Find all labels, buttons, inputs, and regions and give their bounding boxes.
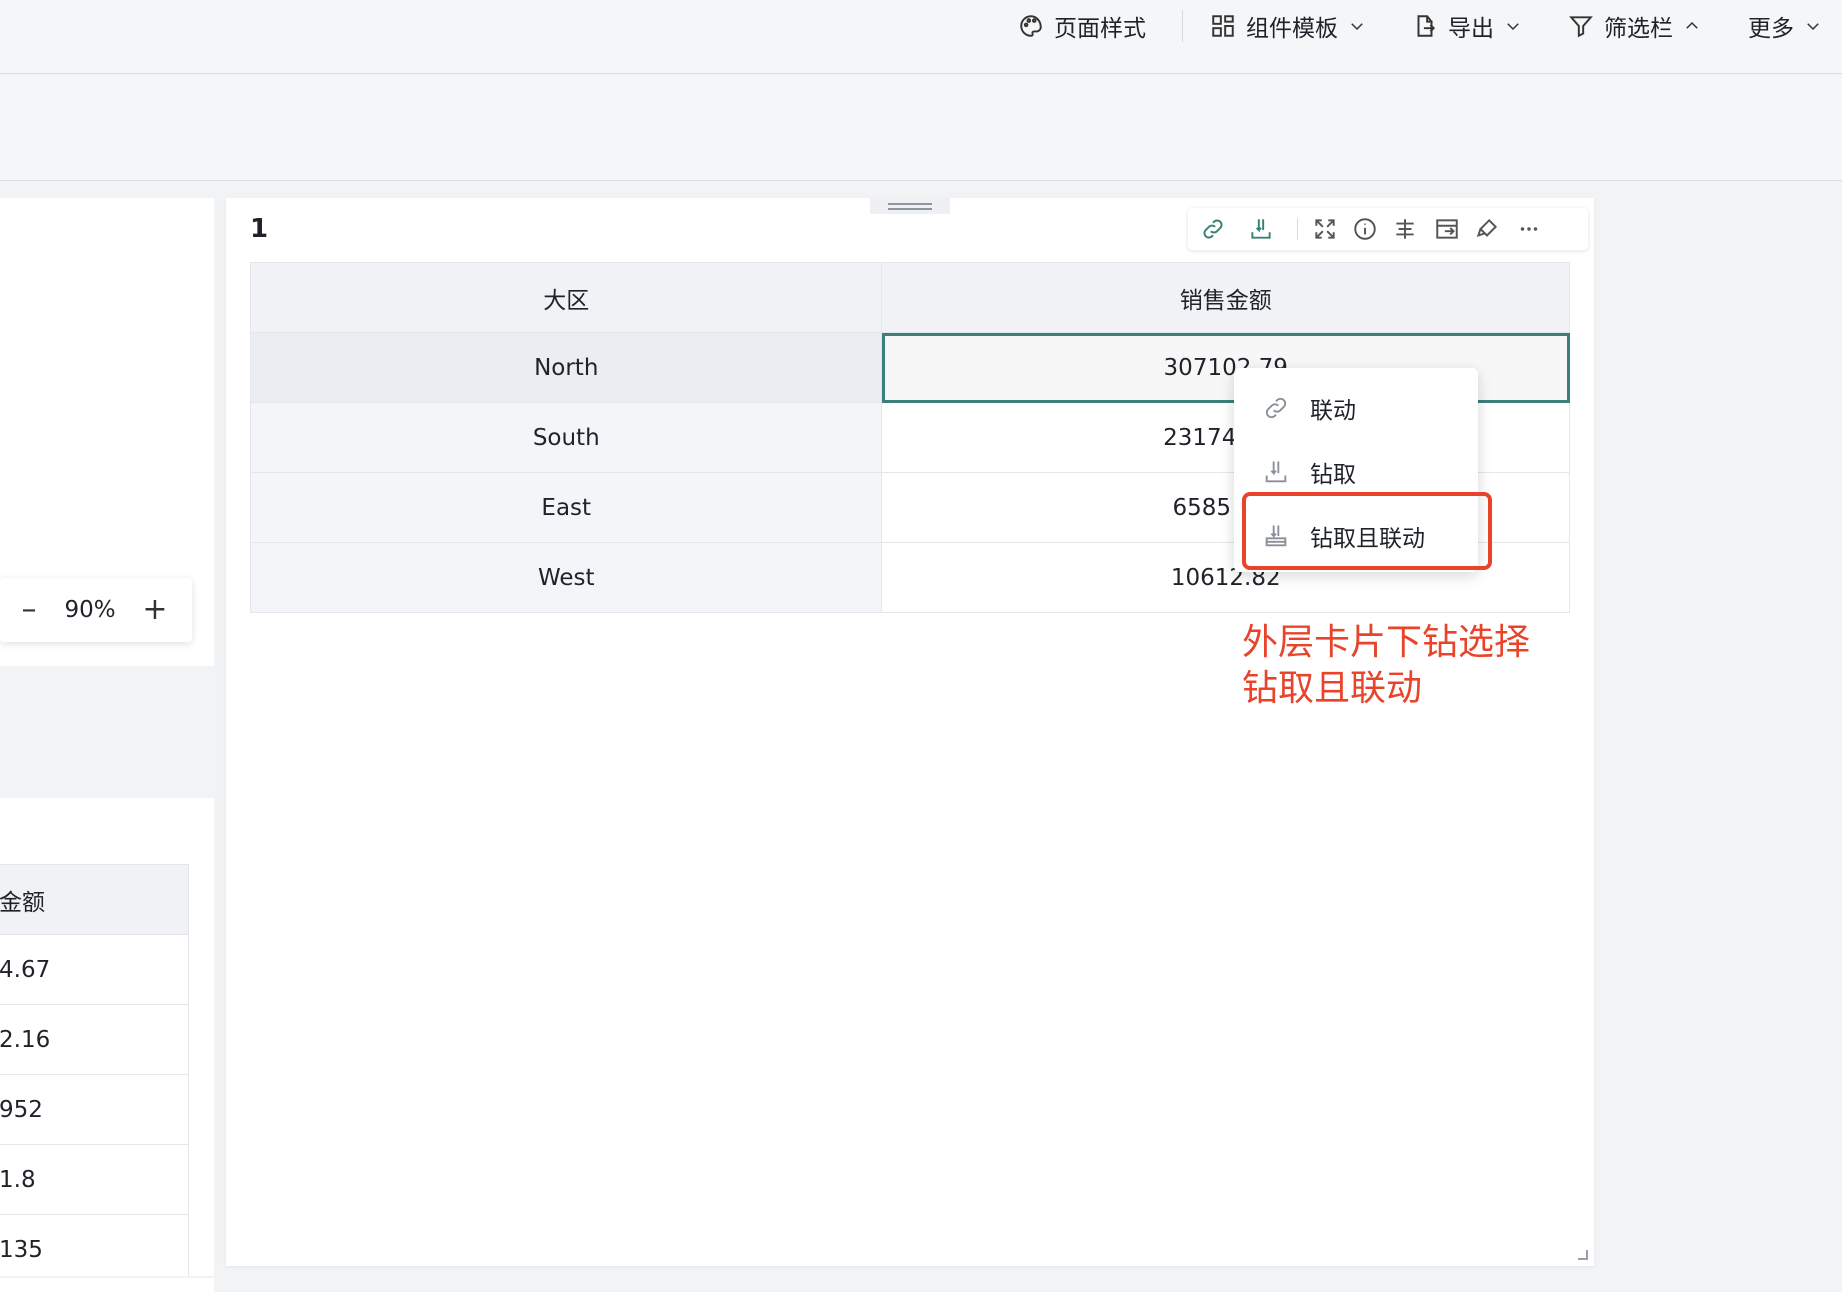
export-label: 导出 bbox=[1448, 16, 1494, 42]
more-icon bbox=[1520, 227, 1538, 231]
drill-icon bbox=[1251, 219, 1271, 239]
paint-icon bbox=[1476, 218, 1498, 238]
menu-item-label: 钻取 bbox=[1310, 462, 1356, 488]
amount-text: 6585 bbox=[1172, 494, 1232, 521]
link-icon bbox=[1265, 397, 1287, 419]
card-toolbar bbox=[1188, 208, 1588, 250]
region-cell[interactable]: East bbox=[249, 472, 883, 543]
menu-item-label: 联动 bbox=[1310, 398, 1356, 424]
drill-button[interactable] bbox=[1246, 214, 1276, 244]
toolbar-divider bbox=[1182, 10, 1183, 42]
left-card-bottom bbox=[0, 1278, 214, 1292]
left-table-header: 金额 bbox=[0, 864, 189, 935]
column-header-region[interactable]: 大区 bbox=[249, 262, 883, 333]
region-cell[interactable]: North bbox=[249, 332, 883, 403]
annotation-line: 钻取且联动 bbox=[1242, 668, 1423, 709]
align-button[interactable] bbox=[1390, 214, 1420, 244]
link-button[interactable] bbox=[1198, 214, 1228, 244]
more-label: 更多 bbox=[1748, 16, 1794, 42]
resize-handle[interactable] bbox=[1578, 1250, 1588, 1260]
more-options-button[interactable] bbox=[1514, 214, 1544, 244]
table-cell[interactable]: 4.67 bbox=[0, 934, 189, 1005]
toolbar-divider bbox=[1297, 218, 1298, 240]
zoom-control: – 90% + bbox=[0, 578, 192, 642]
export-button[interactable]: 导出 bbox=[1412, 0, 1522, 52]
zoom-in-button[interactable]: + bbox=[140, 592, 170, 628]
left-table: 金额 4.67 2.16 952 1.8 135 bbox=[0, 864, 189, 1276]
link-icon bbox=[1203, 219, 1223, 239]
left-card-table: 金额 4.67 2.16 952 1.8 135 bbox=[0, 798, 214, 1276]
highlight-box bbox=[1242, 492, 1492, 570]
chevron-down-icon bbox=[1351, 23, 1363, 31]
fullscreen-icon bbox=[1315, 219, 1335, 239]
table-cell[interactable]: 952 bbox=[0, 1074, 189, 1145]
palette-icon bbox=[1020, 15, 1042, 37]
more-button[interactable]: 更多 bbox=[1748, 0, 1822, 52]
filter-icon bbox=[1569, 16, 1593, 38]
template-label: 组件模板 bbox=[1246, 16, 1338, 42]
table-cell[interactable]: 2.16 bbox=[0, 1004, 189, 1075]
export-icon bbox=[1417, 15, 1436, 37]
zoom-level: 90% bbox=[64, 597, 116, 623]
chevron-down-icon bbox=[1807, 23, 1819, 31]
column-header-amount[interactable]: 销售金额 bbox=[881, 262, 1570, 333]
page-style-label: 页面样式 bbox=[1054, 16, 1146, 42]
menu-item-link[interactable]: 联动 bbox=[1234, 380, 1478, 436]
table-cell[interactable]: 135 bbox=[0, 1214, 189, 1276]
table-card[interactable]: 1 大区 销售金额 North 307102.79 South 23174 Ea… bbox=[226, 198, 1594, 1266]
secondary-bar bbox=[0, 75, 1842, 181]
filter-bar-label: 筛选栏 bbox=[1604, 16, 1673, 42]
export-table-button[interactable] bbox=[1432, 214, 1462, 244]
region-cell[interactable]: West bbox=[249, 542, 883, 613]
template-icon bbox=[1212, 15, 1234, 37]
annotation-text: 外层卡片下钻选择 钻取且联动 bbox=[1242, 620, 1582, 712]
paint-button[interactable] bbox=[1472, 214, 1502, 244]
filter-bar-button[interactable]: 筛选栏 bbox=[1568, 0, 1701, 52]
export-table-icon bbox=[1436, 219, 1458, 239]
align-icon bbox=[1396, 219, 1414, 239]
region-cell[interactable]: South bbox=[249, 402, 883, 473]
fullscreen-button[interactable] bbox=[1310, 214, 1340, 244]
annotation-line: 外层卡片下钻选择 bbox=[1242, 622, 1531, 663]
chevron-down-icon bbox=[1507, 23, 1519, 31]
card-title: 1 bbox=[250, 214, 269, 244]
drag-handle[interactable] bbox=[870, 198, 950, 214]
drill-icon bbox=[1265, 461, 1287, 483]
chevron-up-icon bbox=[1686, 21, 1698, 29]
page-style-button[interactable]: 页面样式 bbox=[1018, 0, 1146, 52]
top-toolbar: 页面样式 组件模板 导出 筛选栏 更多 bbox=[0, 0, 1842, 74]
info-icon bbox=[1354, 218, 1376, 240]
zoom-out-button[interactable]: – bbox=[14, 592, 44, 628]
amount-text: 23174 bbox=[1163, 424, 1237, 451]
template-button[interactable]: 组件模板 bbox=[1210, 0, 1366, 52]
table-cell[interactable]: 1.8 bbox=[0, 1144, 189, 1215]
info-button[interactable] bbox=[1350, 214, 1380, 244]
